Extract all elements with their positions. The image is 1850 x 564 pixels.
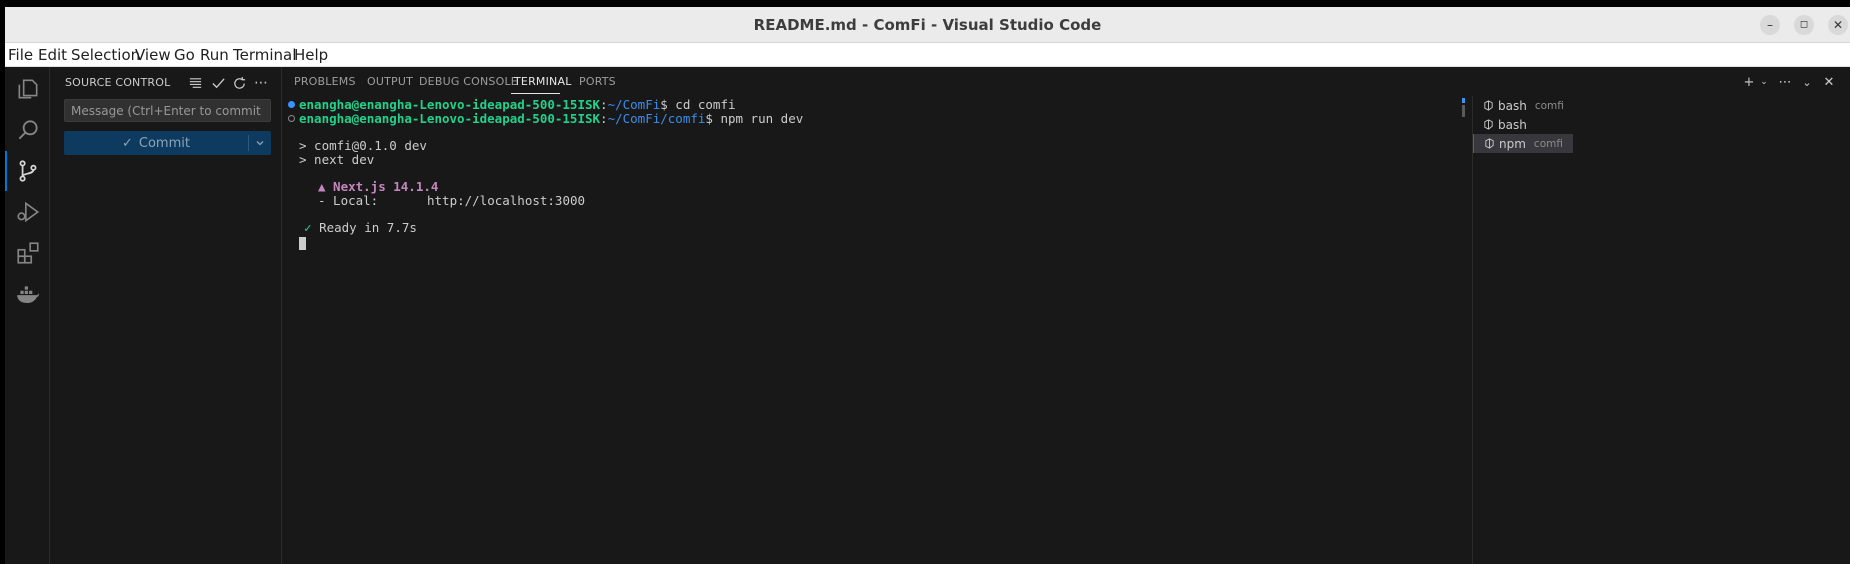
command-success-dot[interactable] — [288, 101, 295, 108]
commit-button[interactable]: ✓ Commit — [64, 131, 271, 155]
terminal-line: > comfi@0.1.0 dev — [299, 138, 427, 153]
close-button[interactable]: ✕ — [1828, 15, 1848, 35]
title-bar: README.md - ComFi - Visual Studio Code –… — [5, 7, 1850, 43]
menu-file[interactable]: File — [8, 46, 33, 64]
terminal-icon — [1484, 100, 1493, 111]
menu-view[interactable]: View — [135, 46, 171, 64]
command-running-dot[interactable] — [288, 115, 295, 122]
docker-icon[interactable] — [5, 272, 50, 316]
tab-terminal[interactable]: TERMINAL — [514, 75, 572, 88]
source-control-view: SOURCE CONTROL ⋯ ✓ Commit — [50, 67, 282, 564]
run-debug-icon[interactable] — [5, 190, 50, 234]
window-title: README.md - ComFi - Visual Studio Code — [753, 16, 1102, 34]
terminal-tab-bash[interactable]: bash — [1473, 115, 1573, 134]
view-as-tree-icon[interactable] — [185, 73, 205, 93]
source-control-icon[interactable] — [5, 149, 50, 193]
terminal-tab-bash-comfi[interactable]: bash comfi — [1473, 96, 1573, 115]
maximize-panel-icon[interactable]: ⌄ — [1798, 73, 1816, 91]
commit-label: Commit — [138, 135, 190, 151]
activity-bar — [5, 67, 50, 564]
terminal-output[interactable]: enangha@enangha-Lenovo-ideapad-500-15ISK… — [282, 96, 1452, 564]
scrollbar-marker — [1462, 98, 1465, 103]
menu-selection[interactable]: Selection — [71, 46, 140, 64]
bottom-panel: PROBLEMS OUTPUT DEBUG CONSOLE TERMINAL P… — [282, 67, 1850, 564]
terminal-cursor — [299, 237, 306, 250]
menu-bar: File Edit Selection View Go Run Terminal… — [5, 43, 1850, 67]
new-terminal-dropdown-icon[interactable]: ⌄ — [1755, 73, 1773, 91]
terminal-tabs-list: bash comfi bash npm comfi — [1472, 96, 1573, 564]
terminal-tab-npm-comfi[interactable]: npm comfi — [1473, 134, 1573, 153]
maximize-button[interactable]: ◻ — [1794, 15, 1814, 35]
menu-run[interactable]: Run — [200, 46, 229, 64]
commit-button-main[interactable]: ✓ Commit — [64, 131, 248, 155]
active-tab-indicator — [511, 93, 560, 94]
check-icon: ✓ — [122, 135, 133, 151]
search-icon[interactable] — [5, 108, 50, 152]
local-url[interactable]: http://localhost:3000 — [427, 194, 585, 208]
nextjs-banner: ▲ Next.js 14.1.4 — [318, 179, 439, 194]
commit-check-icon[interactable] — [208, 73, 228, 93]
menu-edit[interactable]: Edit — [38, 46, 67, 64]
panel-more-icon[interactable]: ⋯ — [1776, 73, 1794, 91]
menu-go[interactable]: Go — [174, 46, 195, 64]
tab-problems[interactable]: PROBLEMS — [294, 75, 356, 88]
terminal-line: > next dev — [299, 152, 375, 167]
extensions-icon[interactable] — [5, 231, 50, 275]
terminal-icon — [1484, 119, 1493, 130]
more-actions-icon[interactable]: ⋯ — [251, 73, 271, 93]
terminal-line: enangha@enangha-Lenovo-ideapad-500-15ISK… — [299, 111, 804, 126]
tab-ports[interactable]: PORTS — [579, 75, 616, 88]
menu-terminal[interactable]: Terminal — [233, 46, 296, 64]
source-control-title: SOURCE CONTROL — [65, 76, 171, 89]
close-panel-icon[interactable]: ✕ — [1820, 73, 1838, 91]
terminal-icon — [1485, 138, 1494, 149]
commit-dropdown-button[interactable] — [249, 131, 271, 155]
minimize-button[interactable]: – — [1760, 15, 1780, 35]
refresh-icon[interactable] — [229, 73, 249, 93]
terminal-line: - Local: — [318, 193, 379, 208]
tab-output[interactable]: OUTPUT — [367, 75, 413, 88]
commit-message-input[interactable] — [64, 99, 271, 122]
explorer-icon[interactable] — [5, 67, 50, 111]
terminal-line: ✓ Ready in 7.7s — [304, 220, 417, 235]
vscode-window: README.md - ComFi - Visual Studio Code –… — [5, 7, 1850, 564]
scrollbar-thumb[interactable] — [1462, 105, 1465, 117]
terminal-line: enangha@enangha-Lenovo-ideapad-500-15ISK… — [299, 97, 736, 112]
tab-debug-console[interactable]: DEBUG CONSOLE — [419, 75, 518, 88]
chevron-down-icon — [256, 141, 264, 146]
menu-help[interactable]: Help — [294, 46, 328, 64]
